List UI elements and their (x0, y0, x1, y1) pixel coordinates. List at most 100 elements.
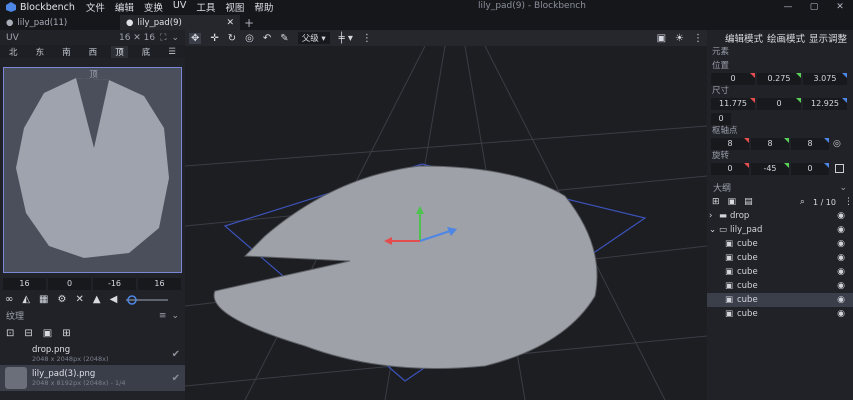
3d-viewport[interactable]: ✥ ✛ ↻ ◎ ↶ ✎ 父级 ▾ ╪ ▾ ⋮ ▣ ☀ ⋮ (185, 30, 707, 400)
position-x-input[interactable]: 0 (711, 72, 755, 85)
triangle-icon[interactable]: ▲ (93, 294, 101, 305)
mode-display[interactable]: 显示调整 (809, 31, 847, 45)
visibility-icon[interactable]: ◉ (837, 281, 845, 291)
visibility-icon[interactable]: ◉ (837, 225, 845, 235)
menu-icon[interactable]: ≡ (159, 311, 167, 321)
menu-file[interactable]: 文件 (81, 0, 110, 14)
menu-tools[interactable]: 工具 (191, 0, 220, 14)
size-x-input[interactable]: 11.775 (711, 97, 755, 110)
more-icon[interactable]: ⋮ (844, 197, 853, 207)
add-group-icon[interactable]: ▣ (728, 197, 737, 207)
face-tab-south[interactable]: 南 (58, 46, 75, 58)
pivot-x-input[interactable]: 8 (711, 137, 749, 150)
x-icon[interactable]: ✕ (75, 294, 83, 305)
fill-icon[interactable]: ◭ (22, 294, 30, 305)
rotation-y-input[interactable]: -45 (751, 162, 789, 175)
center-pivot-icon[interactable]: ◎ (833, 139, 841, 149)
rotation-z-input[interactable]: 0 (791, 162, 829, 175)
uv-h-input[interactable]: 16 (138, 278, 181, 290)
outliner-cube[interactable]: ▣ cube ◉ (707, 279, 853, 293)
outliner-cube[interactable]: ▣ cube ◉ (707, 251, 853, 265)
pivot-icon[interactable]: ◎ (245, 33, 254, 44)
new-tab-button[interactable]: + (240, 15, 258, 30)
face-tab-bottom[interactable]: 底 (138, 46, 155, 58)
rotation-checkbox[interactable] (835, 164, 844, 173)
tab-lily-pad-9[interactable]: ● lily_pad(9) ✕ (120, 15, 240, 30)
uv-zoom-slider[interactable] (126, 294, 169, 305)
add-texture-icon[interactable]: ⊞ (62, 328, 70, 339)
folder-icon[interactable]: ▣ (43, 328, 52, 339)
more-icon[interactable]: ⋮ (362, 33, 372, 44)
tab-lily-pad-11[interactable]: ● lily_pad(11) (0, 15, 120, 30)
checklist-icon[interactable]: ☰ (164, 47, 180, 57)
rotate-icon[interactable]: ↻ (228, 33, 236, 44)
chevron-right-icon[interactable]: › (709, 211, 719, 221)
search-icon[interactable]: ⌕ (800, 197, 805, 207)
outliner-folder-drop[interactable]: › ▬ drop ◉ (707, 209, 853, 223)
fullscreen-icon[interactable]: ⛶ (160, 33, 166, 43)
uv-x-input[interactable]: 16 (3, 278, 46, 290)
check-icon[interactable]: ✔ (172, 373, 180, 384)
texture-item-drop[interactable]: drop.png 2048 x 2048px (2048x) ✔ (0, 341, 185, 367)
chevron-down-icon[interactable]: ⌄ (709, 225, 719, 235)
visibility-icon[interactable]: ◉ (837, 239, 845, 249)
check-icon[interactable]: ✔ (172, 349, 180, 360)
screenshot-icon[interactable]: ▣ (657, 33, 666, 44)
uv-editor-canvas[interactable]: 顶 (3, 67, 182, 273)
more-icon[interactable]: ⋮ (693, 33, 703, 44)
chevron-down-icon[interactable]: ⌄ (171, 311, 179, 321)
position-z-input[interactable]: 3.075 (803, 72, 847, 85)
position-y-input[interactable]: 0.275 (757, 72, 801, 85)
close-tab-icon[interactable]: ✕ (226, 18, 234, 28)
size-y-input[interactable]: 0 (757, 97, 801, 110)
import-texture-icon[interactable]: ⊡ (6, 328, 14, 339)
visibility-icon[interactable]: ◉ (837, 267, 845, 277)
face-tab-west[interactable]: 西 (85, 46, 102, 58)
inflate-input[interactable]: 0 (711, 112, 731, 125)
texture-item-lily-pad[interactable]: lily_pad(3).png 2048 x 8192px (2048x) - … (0, 365, 185, 391)
pivot-z-input[interactable]: 8 (791, 137, 829, 150)
face-tab-north[interactable]: 北 (5, 46, 22, 58)
gear-icon[interactable]: ⚙ (58, 294, 67, 305)
size-z-input[interactable]: 12.925 (803, 97, 847, 110)
outliner-cube[interactable]: ▣ cube ◉ (707, 237, 853, 251)
visibility-icon[interactable]: ◉ (837, 309, 845, 319)
maximize-button[interactable]: ▢ (801, 0, 827, 14)
rotation-x-input[interactable]: 0 (711, 162, 749, 175)
move-tool-icon[interactable]: ✥ (189, 32, 202, 44)
menu-help[interactable]: 帮助 (249, 0, 278, 14)
mode-edit[interactable]: 编辑模式 (725, 31, 763, 45)
menu-edit[interactable]: 编辑 (110, 0, 139, 14)
chevron-down-icon[interactable]: ⌄ (171, 33, 179, 43)
menu-uv[interactable]: UV (168, 0, 191, 14)
mirror-icon[interactable]: ╪ ▾ (339, 33, 353, 44)
outliner-cube[interactable]: ▣ cube ◉ (707, 307, 853, 321)
outliner-cube-selected[interactable]: ▣ cube ◉ (707, 293, 853, 307)
new-texture-icon[interactable]: ⊟ (24, 328, 32, 339)
visibility-icon[interactable]: ◉ (837, 253, 845, 263)
outliner-folder-lily-pad[interactable]: ⌄ ▭ lily_pad ◉ (707, 223, 853, 237)
volume-icon[interactable]: ◀ (110, 294, 118, 305)
add-cube-icon[interactable]: ⊞ (712, 197, 720, 207)
face-tab-east[interactable]: 东 (32, 46, 49, 58)
face-tab-top[interactable]: 顶 (111, 45, 128, 58)
light-icon[interactable]: ☀ (675, 33, 684, 44)
menu-transform[interactable]: 变换 (139, 0, 168, 14)
grid-icon[interactable]: ▦ (39, 294, 48, 305)
pivot-mode-select[interactable]: 父级 ▾ (297, 32, 330, 44)
uv-y-input[interactable]: 0 (48, 278, 91, 290)
translate-icon[interactable]: ✛ (210, 33, 218, 44)
paint-icon[interactable]: ✎ (280, 33, 288, 44)
vertex-icon[interactable]: ↶ (263, 33, 271, 44)
uv-w-input[interactable]: -16 (93, 278, 136, 290)
add-mesh-icon[interactable]: ▤ (744, 197, 753, 207)
close-window-button[interactable]: ✕ (827, 0, 853, 14)
visibility-icon[interactable]: ◉ (837, 211, 845, 221)
pivot-y-input[interactable]: 8 (751, 137, 789, 150)
chevron-down-icon[interactable]: ⌄ (839, 183, 847, 193)
mode-paint[interactable]: 绘画模式 (767, 31, 805, 45)
visibility-icon[interactable]: ◉ (837, 295, 845, 305)
minimize-button[interactable]: — (775, 0, 801, 14)
menu-view[interactable]: 视图 (220, 0, 249, 14)
link-icon[interactable]: ∞ (5, 294, 13, 305)
